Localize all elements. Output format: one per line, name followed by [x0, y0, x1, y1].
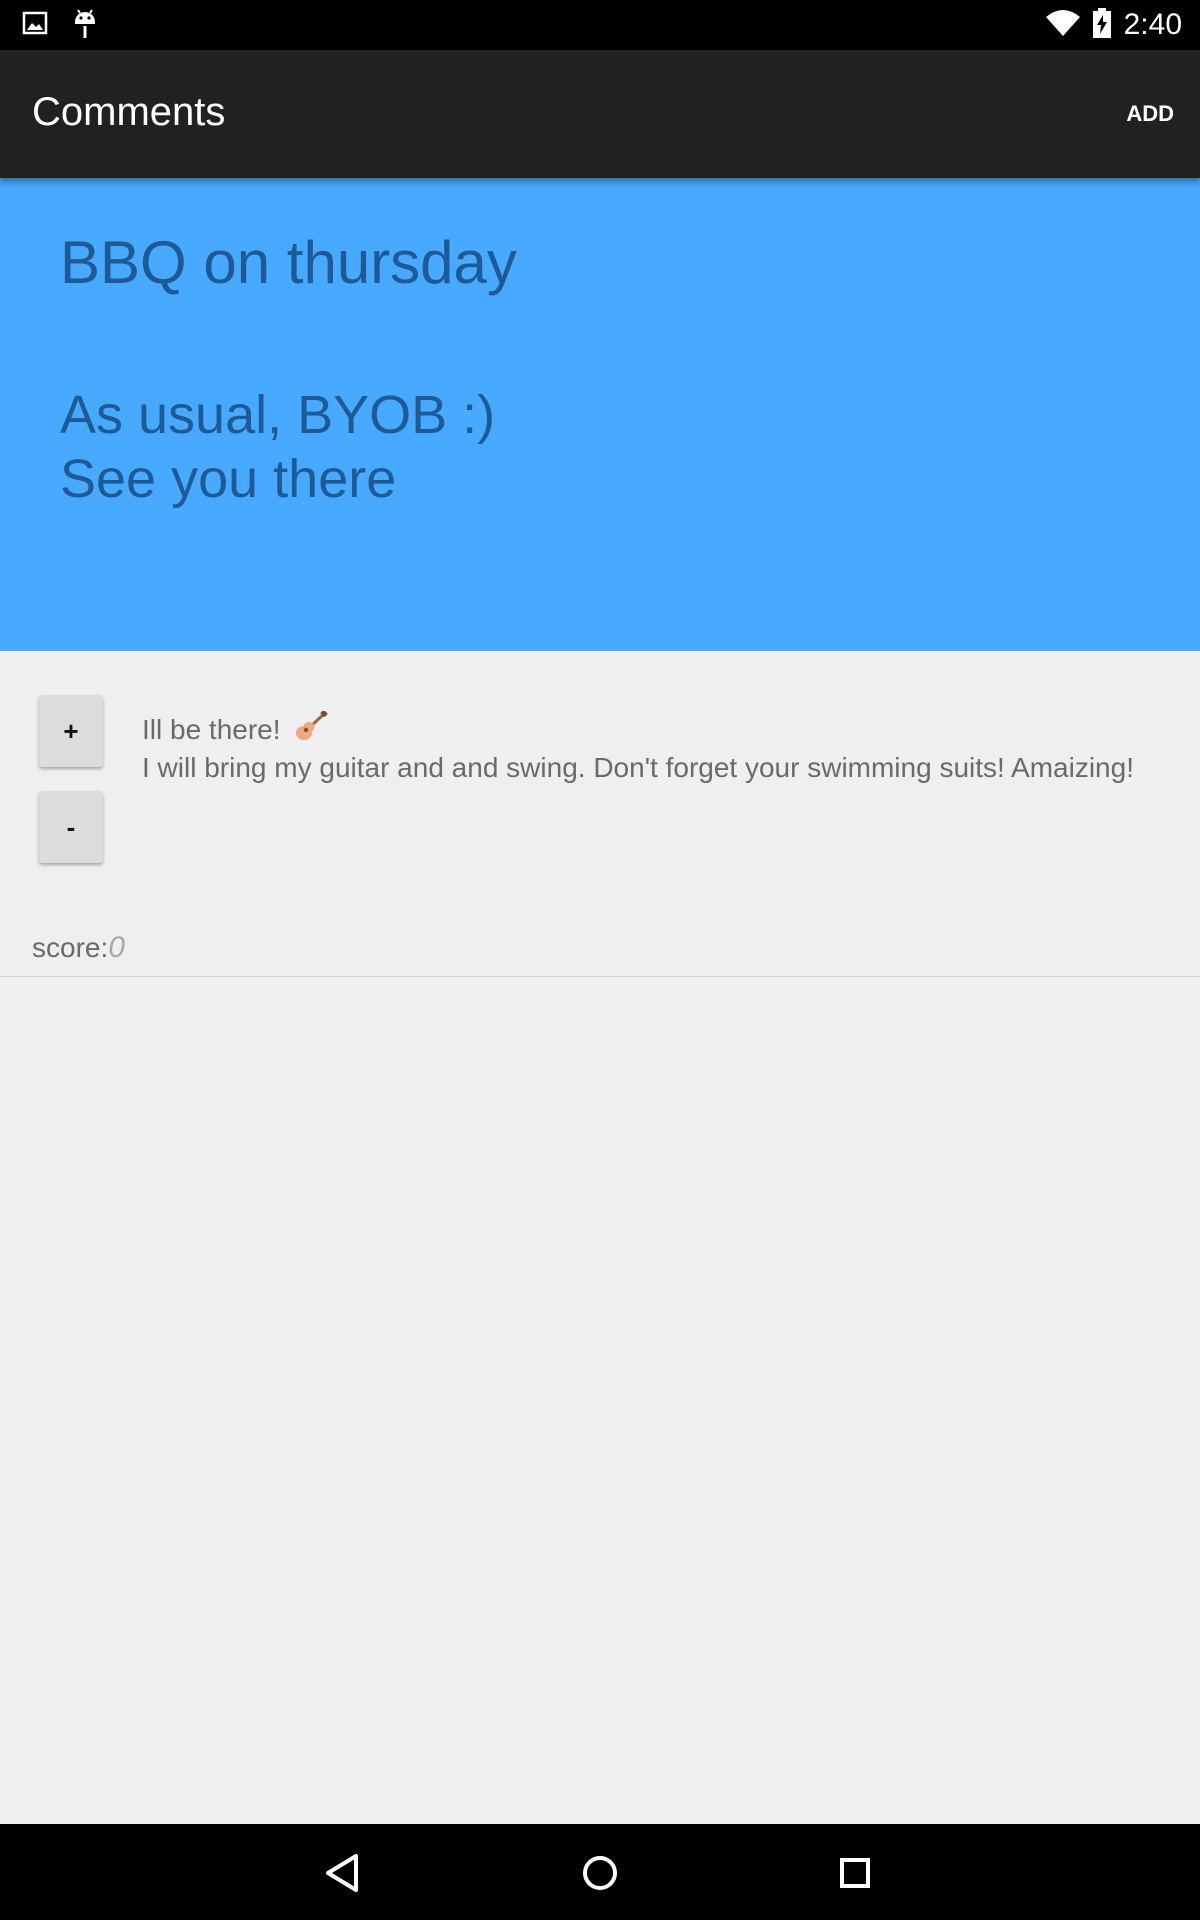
upvote-button[interactable]: + — [39, 695, 103, 767]
battery-charging-icon — [1092, 7, 1112, 43]
android-debug-icon — [72, 6, 98, 45]
image-icon — [22, 10, 48, 41]
comment-title: Ill be there! — [142, 714, 281, 745]
comment-body: I will bring my guitar and and swing. Do… — [142, 752, 1134, 783]
score-value: 0 — [108, 931, 125, 964]
recents-icon[interactable] — [830, 1848, 880, 1898]
post-body: As usual, BYOB :) See you there — [60, 385, 496, 509]
downvote-button[interactable]: - — [39, 791, 103, 863]
post-title: BBQ on thursday — [60, 229, 517, 296]
back-icon[interactable] — [318, 1848, 368, 1898]
home-icon[interactable] — [575, 1848, 625, 1898]
comment-item: + - Ill be there! I will bring my guitar… — [0, 651, 1200, 977]
add-button[interactable]: ADD — [1112, 86, 1188, 142]
comment-title-line: Ill be there! — [142, 710, 1172, 751]
guitar-icon — [294, 710, 328, 751]
wifi-icon — [1045, 9, 1080, 42]
clock: 2:40 — [1123, 8, 1182, 41]
comment-text: Ill be there! I will bring my guitar and… — [142, 710, 1172, 785]
page-title: Comments — [32, 90, 226, 134]
app-bar: Comments ADD — [0, 50, 1200, 178]
navigation-bar — [0, 1824, 1200, 1920]
score: score:0 — [32, 931, 125, 965]
screen: 2:40 Comments ADD BBQ on thursday As usu… — [0, 0, 1200, 1920]
score-label: score: — [32, 932, 109, 963]
status-bar: 2:40 — [0, 0, 1200, 50]
post-header: BBQ on thursday As usual, BYOB :) See yo… — [0, 178, 1200, 651]
